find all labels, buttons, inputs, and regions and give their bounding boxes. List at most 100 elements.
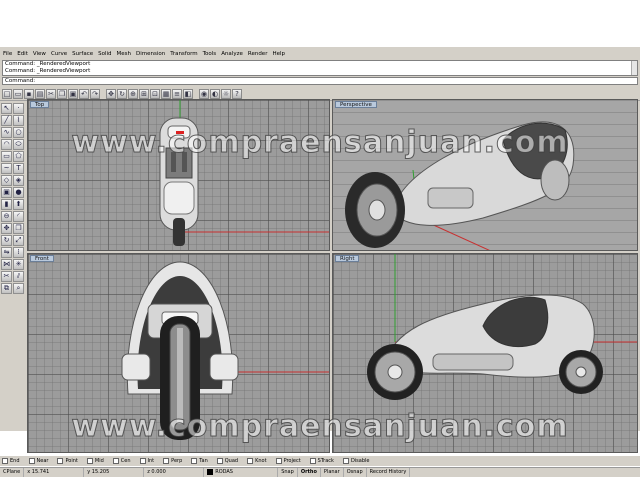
split-icon[interactable]: ⫽ (13, 271, 24, 282)
redo-icon[interactable]: ↷ (90, 88, 100, 99)
osnap-near[interactable]: Near (28, 458, 48, 464)
cut-icon[interactable]: ✂ (46, 88, 56, 99)
osnap-checkbox[interactable] (342, 458, 349, 464)
freeform-icon[interactable]: ~ (1, 163, 12, 174)
trim-icon[interactable]: ✂ (1, 271, 12, 282)
layer-indicator[interactable]: RODAS (204, 468, 279, 477)
osnap-project[interactable]: Project (275, 458, 301, 464)
osnap-checkbox[interactable] (216, 458, 223, 464)
move-icon[interactable]: ✥ (1, 223, 12, 234)
record-history-toggle[interactable]: Record History (367, 468, 411, 477)
history-scrollbar[interactable] (631, 61, 637, 75)
ellipse-icon[interactable]: ⬭ (13, 139, 24, 150)
menu-view[interactable]: View (33, 50, 46, 59)
planar-toggle[interactable]: Planar (321, 468, 344, 477)
polyline-icon[interactable]: ⌇ (13, 115, 24, 126)
render-icon[interactable]: ◉ (199, 88, 209, 99)
osnap-checkbox[interactable] (28, 458, 35, 464)
arc-icon[interactable]: ◠ (1, 139, 12, 150)
scale-icon[interactable]: ⤢ (13, 235, 24, 246)
osnap-tan[interactable]: Tan (191, 458, 208, 464)
rotate-icon[interactable]: ↻ (117, 88, 127, 99)
osnap-checkbox[interactable] (2, 458, 8, 464)
properties-icon[interactable]: ◧ (183, 88, 193, 99)
analyze-icon[interactable]: ⌕ (13, 283, 24, 294)
menu-solid[interactable]: Solid (98, 50, 111, 59)
array-icon[interactable]: ⁞ (13, 247, 24, 258)
osnap-quad[interactable]: Quad (216, 458, 238, 464)
osnap-cen[interactable]: Cen (112, 458, 131, 464)
viewport-right[interactable]: Right (332, 253, 638, 453)
shade-icon[interactable]: ◐ (210, 88, 220, 99)
viewport-perspective[interactable]: Perspective (332, 99, 638, 251)
osnap-checkbox[interactable] (86, 458, 93, 464)
osnap-point[interactable]: Point (57, 458, 78, 464)
sphere-icon[interactable]: ● (13, 187, 24, 198)
mirror-icon[interactable]: ⇋ (1, 247, 12, 258)
open-icon[interactable]: ▭ (13, 88, 23, 99)
grid-icon[interactable]: ▦ (161, 88, 171, 99)
menu-dimension[interactable]: Dimension (136, 50, 165, 59)
loft-icon[interactable]: ◈ (13, 175, 24, 186)
polygon-icon[interactable]: ⬠ (13, 151, 24, 162)
help-icon[interactable]: ? (232, 88, 242, 99)
zoom-window-icon[interactable]: ⊞ (139, 88, 149, 99)
osnap-disable[interactable]: Disable (342, 458, 370, 464)
snap-toggle[interactable]: Snap (278, 468, 298, 477)
pan-icon[interactable]: ✥ (106, 88, 116, 99)
box-icon[interactable]: ▣ (1, 187, 12, 198)
osnap-mid[interactable]: Mid (86, 458, 104, 464)
circle-icon[interactable]: ○ (13, 127, 24, 138)
menu-analyze[interactable]: Analyze (221, 50, 243, 59)
rectangle-icon[interactable]: ▭ (1, 151, 12, 162)
print-icon[interactable]: ▤ (35, 88, 45, 99)
osnap-strack[interactable]: STrack (309, 458, 334, 464)
menu-help[interactable]: Help (272, 50, 285, 59)
zoom-icon[interactable]: ⊕ (128, 88, 138, 99)
zoom-extents-icon[interactable]: ⊡ (150, 88, 160, 99)
undo-icon[interactable]: ↶ (79, 88, 89, 99)
command-input[interactable]: Command: (2, 77, 638, 85)
extrude-icon[interactable]: ⬆ (13, 199, 24, 210)
group-icon[interactable]: ⧉ (1, 283, 12, 294)
osnap-checkbox[interactable] (275, 458, 282, 464)
osnap-checkbox[interactable] (139, 458, 146, 464)
menu-surface[interactable]: Surface (72, 50, 93, 59)
curve-icon[interactable]: ∿ (1, 127, 12, 138)
join-icon[interactable]: ⋈ (1, 259, 12, 270)
osnap-checkbox[interactable] (191, 458, 198, 464)
ortho-toggle[interactable]: Ortho (298, 468, 321, 477)
menu-render[interactable]: Render (248, 50, 268, 59)
point-icon[interactable]: · (13, 103, 24, 114)
menu-transform[interactable]: Transform (170, 50, 197, 59)
copy-icon[interactable]: ❐ (13, 223, 24, 234)
osnap-knot[interactable]: Knot (247, 458, 267, 464)
menu-file[interactable]: File (3, 50, 12, 59)
viewport-front[interactable]: Front (27, 253, 330, 453)
cplane-label[interactable]: CPlane (0, 468, 25, 477)
osnap-int[interactable]: Int (139, 458, 154, 464)
fillet-icon[interactable]: ◜ (13, 211, 24, 222)
save-icon[interactable]: ▪ (24, 88, 34, 99)
boolean-icon[interactable]: ⊖ (1, 211, 12, 222)
menu-edit[interactable]: Edit (17, 50, 28, 59)
menu-tools[interactable]: Tools (203, 50, 217, 59)
select-icon[interactable]: ↖ (1, 103, 12, 114)
menu-mesh[interactable]: Mesh (117, 50, 131, 59)
osnap-checkbox[interactable] (112, 458, 119, 464)
surface-icon[interactable]: ◇ (1, 175, 12, 186)
layer-icon[interactable]: ≡ (172, 88, 182, 99)
menu-curve[interactable]: Curve (51, 50, 67, 59)
rotate-icon[interactable]: ↻ (1, 235, 12, 246)
osnap-checkbox[interactable] (247, 458, 254, 464)
osnap-checkbox[interactable] (57, 458, 64, 464)
paste-icon[interactable]: ▣ (68, 88, 78, 99)
line-icon[interactable]: ╱ (1, 115, 12, 126)
text-icon[interactable]: T (13, 163, 24, 174)
osnap-checkbox[interactable] (309, 458, 316, 464)
osnap-toggle[interactable]: Osnap (344, 468, 367, 477)
cylinder-icon[interactable]: ▮ (1, 199, 12, 210)
new-icon[interactable]: □ (2, 88, 12, 99)
osnap-end[interactable]: End (2, 458, 20, 464)
osnap-checkbox[interactable] (163, 458, 170, 464)
